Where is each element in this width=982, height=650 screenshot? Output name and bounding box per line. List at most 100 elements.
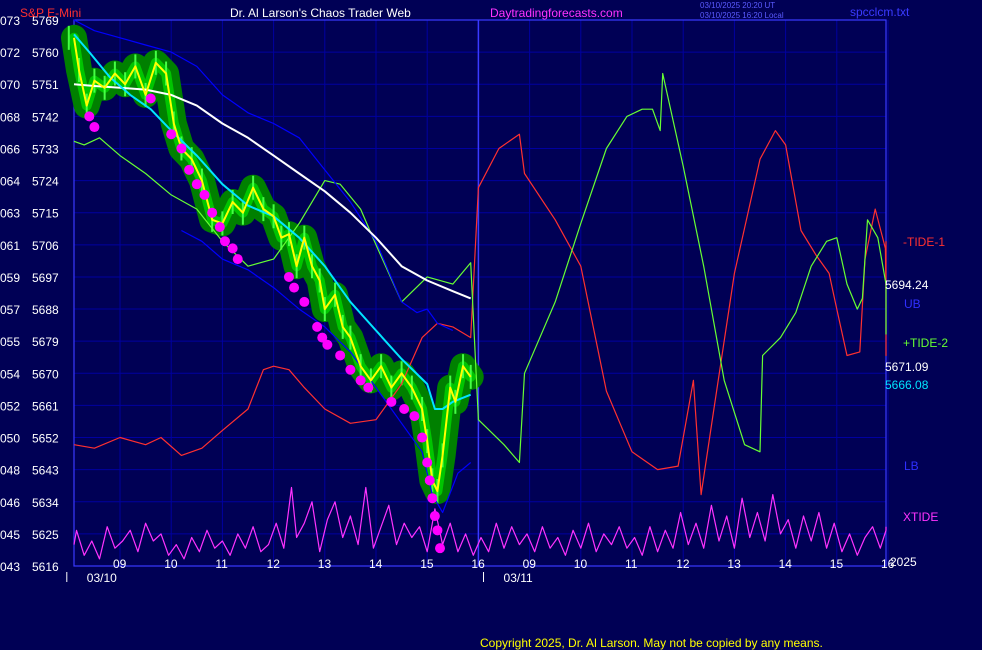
magenta-dot (191, 179, 202, 190)
magenta-dot (422, 457, 433, 468)
y-tick-left: 054 (0, 367, 20, 381)
x-tick-label: 15 (420, 557, 434, 571)
lb-label: LB (904, 459, 919, 473)
y-tick-left: 043 (0, 560, 20, 574)
y-tick-price: 5679 (32, 335, 59, 349)
x-tick-label: 12 (267, 557, 281, 571)
date-label: 03/11 (504, 571, 533, 585)
timestamp-ut: 03/10/2025 20:20 UT (700, 1, 775, 10)
y-tick-price: 5652 (32, 432, 59, 446)
chart-canvas: 073 5769072 5760070 5751068 5742066 5733064 57… (0, 0, 982, 650)
y-tick-left: 064 (0, 175, 20, 189)
magenta-dot (429, 511, 440, 522)
x-tick-label: 11 (625, 557, 638, 571)
y-tick-price: 5706 (32, 239, 59, 253)
y-tick-left: 061 (0, 239, 20, 253)
y-tick-left: 073 (0, 14, 20, 28)
magenta-dot (166, 129, 177, 140)
year-label: 2025 (890, 555, 917, 569)
magenta-dot (89, 122, 100, 133)
y-tick-price: 5688 (32, 303, 59, 317)
y-tick-price: 5625 (32, 528, 59, 542)
magenta-dot (283, 271, 294, 282)
x-tick-label: 15 (830, 557, 844, 571)
last-price-value: 5671.09 (885, 360, 929, 374)
ub-label: UB (904, 297, 921, 311)
y-tick-price: 5643 (32, 464, 59, 478)
y-tick-left: 046 (0, 496, 20, 510)
y-tick-left: 070 (0, 78, 20, 92)
y-tick-price: 5697 (32, 271, 59, 285)
magenta-dot (355, 375, 366, 386)
x-tick-label: 13 (727, 557, 741, 571)
chart-author: Dr. Al Larson's Chaos Trader Web (230, 6, 411, 20)
y-tick-price: 5733 (32, 142, 59, 156)
x-tick-label: 14 (779, 557, 793, 571)
magenta-dot (424, 475, 435, 486)
y-tick-price: 5661 (32, 399, 59, 413)
magenta-dot (427, 493, 438, 504)
magenta-dot (335, 350, 346, 361)
y-tick-left: 050 (0, 432, 20, 446)
magenta-dot (432, 525, 443, 536)
y-tick-price: 5751 (32, 78, 59, 92)
xtide-label: XTIDE (903, 510, 938, 524)
magenta-dot (84, 111, 95, 122)
magenta-dot (199, 189, 210, 200)
magenta-dot (299, 296, 310, 307)
ub-value: 5694.24 (885, 278, 929, 292)
x-tick-label: 11 (215, 557, 228, 571)
y-tick-price: 5760 (32, 46, 59, 60)
magenta-dot (214, 221, 225, 232)
x-tick-label: 10 (164, 557, 178, 571)
magenta-dot (176, 143, 187, 154)
magenta-dot (345, 364, 356, 375)
magenta-dot (322, 339, 333, 350)
y-tick-price: 5715 (32, 207, 59, 221)
y-tick-left: 052 (0, 399, 20, 413)
y-tick-left: 057 (0, 303, 20, 317)
magenta-dot (363, 382, 374, 393)
magenta-dot (417, 432, 428, 443)
magenta-dot (312, 321, 323, 332)
y-tick-price: 5634 (32, 496, 59, 510)
chart-site: Daytradingforecasts.com (490, 6, 623, 20)
x-tick-label: 12 (676, 557, 690, 571)
y-tick-left: 072 (0, 46, 20, 60)
y-tick-price: 5616 (32, 560, 59, 574)
x-tick-label: 16 (471, 557, 485, 571)
magenta-dot (145, 93, 156, 104)
y-tick-left: 059 (0, 271, 20, 285)
magenta-dot (232, 254, 243, 265)
x-tick-label: 10 (574, 557, 588, 571)
copyright-notice: Copyright 2025, Dr. Al Larson. May not b… (480, 636, 823, 650)
average-value: 5666.08 (885, 378, 929, 392)
magenta-dot (207, 207, 218, 218)
x-tick-label: 09 (113, 557, 127, 571)
x-tick-label: 09 (523, 557, 537, 571)
magenta-dot (399, 403, 410, 414)
y-tick-left: 063 (0, 207, 20, 221)
magenta-dot (227, 243, 238, 254)
y-tick-left: 048 (0, 464, 20, 478)
magenta-dot (184, 164, 195, 175)
magenta-dot (435, 543, 445, 554)
data-file-name: spcclcm.txt (850, 5, 910, 19)
date-label: 03/10 (87, 571, 117, 585)
magenta-dot (289, 282, 300, 293)
x-tick-label: 13 (318, 557, 332, 571)
y-tick-price: 5724 (32, 175, 59, 189)
magenta-dot (409, 411, 420, 422)
y-tick-price: 5742 (32, 110, 59, 124)
magenta-dot (386, 396, 397, 407)
timestamp-local: 03/10/2025 16:20 Local (700, 11, 784, 20)
x-tick-label: 14 (369, 557, 383, 571)
tide2-label: +TIDE-2 (903, 336, 948, 350)
y-tick-price: 5670 (32, 367, 59, 381)
tide1-label: -TIDE-1 (903, 235, 945, 249)
chart-symbol: S&P E-Mini (20, 6, 81, 20)
y-tick-left: 055 (0, 335, 20, 349)
y-tick-left: 045 (0, 528, 20, 542)
magenta-dot (219, 236, 230, 247)
y-tick-left: 068 (0, 110, 20, 124)
